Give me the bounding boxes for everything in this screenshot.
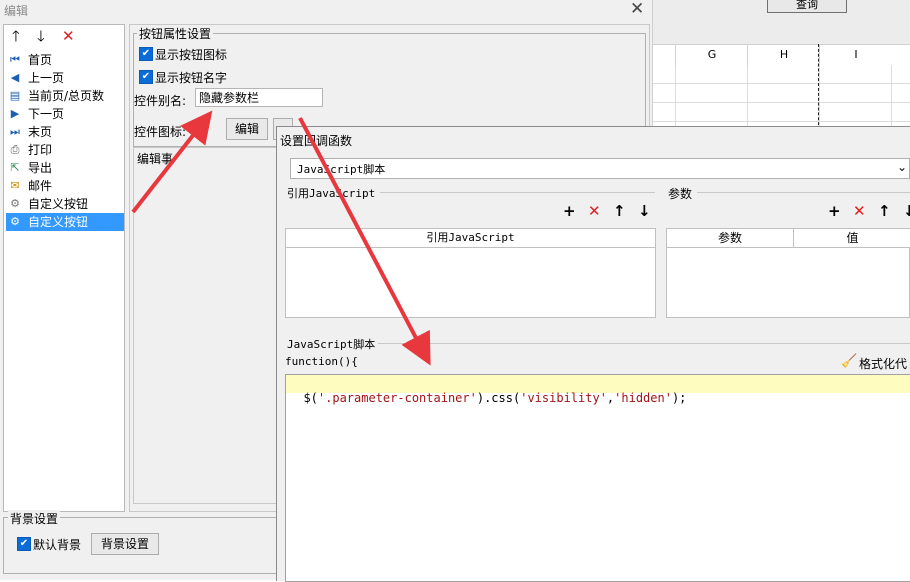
delete-param-icon[interactable]: ✕ bbox=[853, 203, 866, 219]
column-h[interactable]: H bbox=[747, 45, 820, 65]
params-table[interactable]: 参数 值 bbox=[666, 228, 910, 318]
delete-icon[interactable]: ✕ bbox=[588, 203, 601, 219]
list-item-prev-page[interactable]: ◀ 上一页 bbox=[6, 69, 124, 87]
gear-icon: ⚙ bbox=[10, 215, 20, 228]
move-down-icon[interactable]: ↓ bbox=[638, 203, 651, 219]
params-title: 参数 bbox=[668, 187, 693, 201]
move-up-icon[interactable]: ↑ bbox=[613, 203, 626, 219]
list-item-last-page[interactable]: ⏭ 末页 bbox=[6, 123, 124, 141]
prev-page-icon: ◀ bbox=[10, 71, 20, 84]
bg-settings-button[interactable]: 背景设置 bbox=[91, 533, 159, 555]
ref-js-title: 引用JavaScript bbox=[287, 187, 376, 200]
alias-label: 控件别名: bbox=[134, 94, 187, 108]
list-item-mail[interactable]: ✉ 邮件 bbox=[6, 177, 124, 195]
show-icon-checkbox[interactable]: ✔ bbox=[139, 47, 153, 61]
button-props-title: 按钮属性设置 bbox=[137, 25, 214, 42]
ref-js-column-header[interactable]: 引用JavaScript bbox=[286, 229, 655, 248]
code-line-1[interactable]: $('.parameter-container').css('visibilit… bbox=[289, 377, 686, 405]
broom-icon[interactable]: 🧹 bbox=[841, 354, 857, 369]
list-item-custom-button-selected[interactable]: ⚙ 自定义按钮 bbox=[6, 213, 124, 231]
edit-icon-button[interactable]: 编辑 bbox=[226, 118, 268, 140]
code-token: '.parameter-container' bbox=[317, 391, 477, 405]
param-column-header[interactable]: 参数 bbox=[667, 229, 794, 248]
format-code-button[interactable]: 格式化代 bbox=[859, 355, 907, 372]
next-page-icon: ▶ bbox=[10, 107, 20, 120]
code-editor[interactable] bbox=[285, 374, 910, 582]
mail-icon: ✉ bbox=[10, 179, 20, 192]
first-page-icon: ⏮ bbox=[10, 53, 20, 66]
delete-icon[interactable]: ✕ bbox=[62, 27, 75, 45]
window-title: 编辑 bbox=[4, 4, 29, 18]
divider bbox=[378, 343, 910, 344]
list-item-export[interactable]: ⇱ 导出 bbox=[6, 159, 124, 177]
code-token: 'visibility' bbox=[520, 391, 607, 405]
list-item-first-page[interactable]: ⏮ 首页 bbox=[6, 51, 124, 69]
icon-label: 控件图标: bbox=[134, 125, 187, 139]
move-up-icon[interactable]: 🡑 bbox=[12, 27, 20, 45]
code-token: 'hidden' bbox=[614, 391, 672, 405]
list-item-print[interactable]: ⎙ 打印 bbox=[6, 141, 124, 159]
gear-icon: ⚙ bbox=[10, 197, 20, 210]
code-token: ); bbox=[671, 391, 687, 405]
script-type-value: JavaScript脚本 bbox=[297, 163, 386, 176]
value-column-header[interactable]: 值 bbox=[794, 229, 910, 248]
move-down-icon[interactable]: 🡓 bbox=[37, 27, 45, 45]
list-item-page-count[interactable]: ▤ 当前页/总页数 bbox=[6, 87, 124, 105]
print-icon: ⎙ bbox=[10, 143, 20, 156]
add-icon[interactable]: + bbox=[563, 203, 576, 219]
page-count-icon: ▤ bbox=[9, 89, 21, 102]
sheet-column-header: G H I bbox=[652, 44, 910, 66]
column-i[interactable]: I bbox=[819, 45, 892, 65]
code-token: $( bbox=[303, 391, 318, 405]
list-item-custom-button[interactable]: ⚙ 自定义按钮 bbox=[6, 195, 124, 213]
param-up-icon[interactable]: ↑ bbox=[878, 203, 891, 219]
script-type-select[interactable]: JavaScript脚本 ⌄ bbox=[290, 158, 910, 179]
code-token: ).css( bbox=[476, 391, 521, 405]
export-icon: ⇱ bbox=[10, 161, 20, 174]
add-param-icon[interactable]: + bbox=[828, 203, 841, 219]
show-name-label: 显示按钮名字 bbox=[155, 71, 228, 85]
show-name-checkbox[interactable]: ✔ bbox=[139, 70, 153, 84]
sheet-grid[interactable] bbox=[652, 65, 910, 130]
chevron-down-icon[interactable]: ⌄ bbox=[897, 160, 907, 174]
param-down-icon[interactable]: ↓ bbox=[903, 203, 910, 219]
default-bg-label: 默认背景 bbox=[33, 538, 82, 552]
page-break-line bbox=[818, 44, 819, 130]
close-icon[interactable]: ✕ bbox=[630, 0, 644, 19]
dialog-title: 设置回调函数 bbox=[280, 134, 353, 148]
js-section-title: JavaScript脚本 bbox=[287, 338, 376, 351]
list-item-next-page[interactable]: ▶ 下一页 bbox=[6, 105, 124, 123]
last-page-icon: ⏭ bbox=[10, 125, 20, 138]
divider bbox=[380, 192, 655, 193]
alias-input[interactable]: 隐藏参数栏 bbox=[195, 88, 323, 107]
button-list-panel: 🡑 🡓 ✕ ⏮ 首页 ◀ 上一页 ▤ 当前页/总页数 ▶ 下一页 ⏭ 末页 ⎙ … bbox=[3, 24, 125, 512]
column-g[interactable]: G bbox=[675, 45, 748, 65]
function-header: function(){ bbox=[285, 355, 358, 368]
query-button[interactable]: 查询 bbox=[767, 0, 847, 13]
ref-js-table[interactable]: 引用JavaScript bbox=[285, 228, 656, 318]
default-bg-checkbox[interactable]: ✔ bbox=[17, 537, 31, 551]
divider bbox=[697, 192, 910, 193]
bg-settings-title: 背景设置 bbox=[8, 510, 61, 527]
edit-event-label: 编辑事 bbox=[137, 152, 174, 166]
show-icon-label: 显示按钮图标 bbox=[155, 48, 228, 62]
